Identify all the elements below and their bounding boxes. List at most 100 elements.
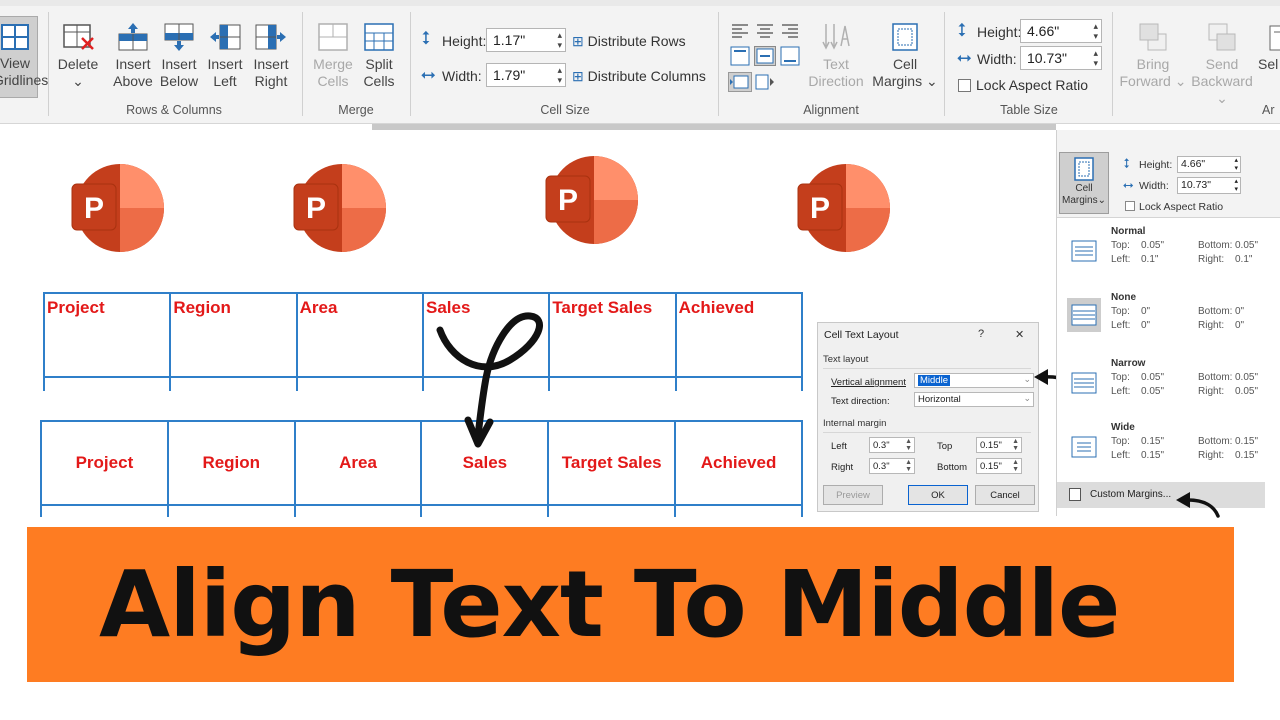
table-cell[interactable]	[169, 376, 298, 391]
left-label: Left:	[1111, 320, 1131, 331]
table-cell[interactable]	[166, 504, 296, 517]
table-cell[interactable]: Area	[293, 420, 423, 506]
table-width-field[interactable]: 10.73" ▴ ▾	[1020, 46, 1102, 70]
merge-cells-button[interactable]: Merge Cells	[310, 22, 356, 90]
table-cell[interactable]: Region	[169, 292, 298, 378]
ribbon-top-strip	[0, 0, 1280, 6]
spinner-arrows-icon[interactable]: ▴ ▾	[1234, 157, 1238, 173]
bottom-margin-field[interactable]: 0.15" ▲ ▼	[976, 458, 1022, 474]
checkbox-box[interactable]	[1125, 201, 1135, 211]
insert-above-icon	[118, 23, 148, 51]
table-cell[interactable]	[674, 376, 804, 391]
cell-width-field[interactable]: 1.79" ▴ ▾	[486, 63, 566, 87]
spinner-arrows-icon[interactable]: ▲ ▼	[905, 438, 912, 452]
cell-margins-button-selected[interactable]: Cell Margins⌄	[1059, 152, 1109, 214]
text-direction-button[interactable]: Text Direction	[802, 22, 870, 90]
table-cell[interactable]: Area	[295, 292, 424, 378]
left-margin-field[interactable]: 0.3" ▲ ▼	[869, 437, 915, 453]
align-middle-icon[interactable]	[754, 46, 776, 66]
cancel-button[interactable]: Cancel	[975, 485, 1035, 505]
distribute-rows-button[interactable]: ⊞ Distribute Rows	[572, 33, 686, 50]
spinner-arrows-icon[interactable]: ▴ ▾	[1234, 178, 1238, 194]
send-backward-line1: Send	[1205, 56, 1239, 72]
cell-height-field[interactable]: 1.17" ▴ ▾	[486, 28, 566, 52]
right-value: 0.1"	[1235, 254, 1253, 265]
table-cell[interactable]: Project	[42, 292, 172, 378]
lock-aspect-ratio-checkbox[interactable]: Lock Aspect Ratio	[958, 77, 1088, 93]
table-cell[interactable]	[548, 376, 677, 391]
spinner-arrows-icon[interactable]: ▴ ▾	[557, 65, 562, 85]
table-width-field[interactable]: 10.73" ▴ ▾	[1177, 177, 1241, 194]
spinner-arrows-icon[interactable]: ▲ ▼	[1012, 459, 1019, 473]
insert-left-button[interactable]: Insert Left	[202, 22, 248, 90]
text-align-cell-icon[interactable]	[728, 72, 752, 92]
align-bottom-icon[interactable]	[780, 46, 800, 66]
top-margin-label: Top	[937, 441, 953, 452]
table-cell[interactable]	[295, 376, 424, 391]
margin-option-narrow[interactable]: Narrow Top: 0.05" Bottom: 0.05" Left: 0.…	[1057, 358, 1267, 420]
lock-aspect-ratio-checkbox[interactable]: Lock Aspect Ratio	[1125, 201, 1223, 213]
split-cells-icon	[364, 23, 394, 51]
send-backward-line2: Backward	[1191, 73, 1253, 89]
view-gridlines-button[interactable]: View Gridlines	[0, 16, 48, 98]
align-center-icon[interactable]	[755, 22, 775, 38]
right-value: 0.15"	[1235, 450, 1259, 461]
table-size-group-label: Table Size	[1000, 103, 1058, 117]
table-cell[interactable]: Achieved	[674, 420, 803, 506]
table-cell[interactable]: Region	[166, 420, 296, 506]
text-direction-cell-icon[interactable]	[755, 74, 775, 90]
table-cell[interactable]	[547, 504, 677, 517]
table-cell[interactable]	[420, 504, 550, 517]
table-height-field[interactable]: 4.66" ▴ ▾	[1177, 156, 1241, 173]
distribute-columns-button[interactable]: ⊞ Distribute Columns	[572, 68, 706, 85]
screenshot-stage: View Gridlines Delete ⌄ Insert Above Ins…	[0, 0, 1280, 720]
spinner-arrows-icon[interactable]: ▴ ▾	[1093, 48, 1098, 68]
insert-right-button[interactable]: Insert Right	[248, 22, 294, 90]
selection-pane-button[interactable]: Sel	[1258, 22, 1280, 73]
delete-button[interactable]: Delete ⌄	[56, 22, 100, 90]
align-left-icon[interactable]	[730, 22, 750, 38]
split-cells-button[interactable]: Split Cells	[356, 22, 402, 90]
table-cell[interactable]: Achieved	[674, 292, 804, 378]
margin-option-none[interactable]: None Top: 0" Bottom: 0" Left: 0" Right: …	[1057, 292, 1267, 354]
cell-margins-line2: Margins	[872, 73, 923, 89]
table-cell[interactable]	[293, 504, 423, 517]
help-button[interactable]: ?	[978, 328, 984, 340]
text-direction-select[interactable]: Horizontal ⌄	[914, 392, 1034, 407]
margin-option-name: Wide	[1111, 422, 1135, 433]
left-label: Left:	[1111, 386, 1131, 397]
cell-height-value: 1.17"	[493, 32, 526, 48]
checkbox-box[interactable]	[958, 79, 971, 92]
table-cell[interactable]: Target Sales	[548, 292, 677, 378]
table-cell[interactable]: Target Sales	[547, 420, 677, 506]
custom-margins-menu-item[interactable]: Custom Margins...	[1057, 482, 1265, 508]
top-margin-field[interactable]: 0.15" ▲ ▼	[976, 437, 1022, 453]
merge-cells-line1: Merge	[313, 56, 353, 72]
margin-option-wide[interactable]: Wide Top: 0.15" Bottom: 0.15" Left: 0.15…	[1057, 422, 1267, 484]
preview-button[interactable]: Preview	[823, 485, 883, 505]
table-height-field[interactable]: 4.66" ▴ ▾	[1020, 19, 1102, 43]
spinner-arrows-icon[interactable]: ▴ ▾	[557, 30, 562, 50]
group-separator	[718, 12, 719, 116]
table-cell[interactable]	[40, 504, 169, 517]
table-height-label: Height:	[1139, 159, 1173, 171]
cell-margins-button[interactable]: Cell Margins ⌄	[872, 22, 938, 90]
align-right-icon[interactable]	[780, 22, 800, 38]
right-margin-field[interactable]: 0.3" ▲ ▼	[869, 458, 915, 474]
insert-above-button[interactable]: Insert Above	[110, 22, 156, 90]
insert-below-button[interactable]: Insert Below	[156, 22, 202, 90]
table-cell[interactable]: Project	[40, 420, 169, 506]
send-backward-button[interactable]: Send Backward ⌄	[1186, 22, 1258, 107]
spinner-arrows-icon[interactable]: ▴ ▾	[1093, 21, 1098, 41]
bring-forward-button[interactable]: Bring Forward ⌄	[1118, 22, 1188, 90]
table-cell[interactable]	[42, 376, 172, 391]
align-top-icon[interactable]	[730, 46, 750, 66]
spinner-arrows-icon[interactable]: ▲ ▼	[1012, 438, 1019, 452]
table-cell[interactable]	[674, 504, 803, 517]
spinner-arrows-icon[interactable]: ▲ ▼	[905, 459, 912, 473]
close-icon[interactable]: ✕	[1015, 328, 1024, 341]
margin-option-normal[interactable]: Normal Top: 0.05" Bottom: 0.05" Left: 0.…	[1057, 226, 1267, 288]
vertical-alignment-select[interactable]: Middle ⌄	[914, 373, 1034, 388]
ok-button[interactable]: OK	[908, 485, 968, 505]
cell-height-label: Height:	[442, 33, 487, 49]
